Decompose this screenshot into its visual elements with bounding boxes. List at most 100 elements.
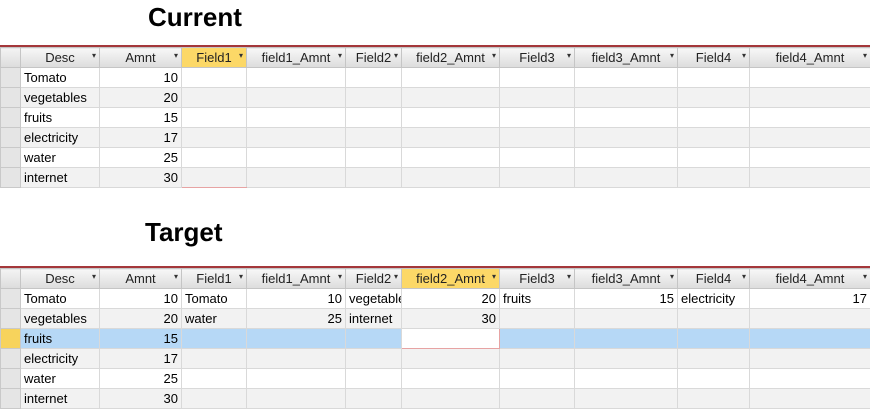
- table-cell[interactable]: 30: [401, 308, 500, 329]
- table-cell[interactable]: [499, 388, 575, 409]
- chevron-down-icon[interactable]: ▾: [239, 51, 243, 60]
- table-cell[interactable]: Tomato: [20, 67, 100, 88]
- record-selector[interactable]: [0, 87, 21, 108]
- record-selector[interactable]: [0, 348, 21, 369]
- table-cell[interactable]: 25: [99, 147, 182, 168]
- table-cell[interactable]: [499, 328, 575, 349]
- table-cell[interactable]: [677, 368, 750, 389]
- table-cell[interactable]: 20: [401, 288, 500, 309]
- table-cell[interactable]: 30: [99, 388, 182, 409]
- chevron-down-icon[interactable]: ▾: [492, 51, 496, 60]
- table-cell[interactable]: [677, 127, 750, 148]
- table-cell[interactable]: 10: [246, 288, 346, 309]
- table-cell[interactable]: 17: [99, 127, 182, 148]
- table-cell[interactable]: [181, 67, 247, 88]
- table-cell[interactable]: vegetables: [20, 87, 100, 108]
- chevron-down-icon[interactable]: ▾: [174, 51, 178, 60]
- table-cell[interactable]: water: [181, 308, 247, 329]
- table-cell[interactable]: 17: [749, 288, 870, 309]
- table-cell[interactable]: [345, 67, 402, 88]
- table-cell[interactable]: [574, 167, 678, 188]
- table-cell[interactable]: [574, 348, 678, 369]
- chevron-down-icon[interactable]: ▾: [338, 272, 342, 281]
- table-row[interactable]: internet 30: [0, 388, 870, 409]
- table-cell[interactable]: [749, 107, 870, 128]
- chevron-down-icon[interactable]: ▾: [239, 272, 243, 281]
- column-header-field2[interactable]: Field2 ▾: [345, 47, 402, 68]
- table-row[interactable]: vegetables 20: [0, 87, 870, 108]
- table-cell[interactable]: [749, 348, 870, 369]
- select-all-corner[interactable]: [0, 268, 21, 289]
- column-header-field3-amnt[interactable]: field3_Amnt ▾: [574, 47, 678, 68]
- record-selector[interactable]: [0, 67, 21, 88]
- table-cell[interactable]: vegetables: [20, 308, 100, 329]
- table-cell[interactable]: [749, 87, 870, 108]
- table-cell[interactable]: [345, 87, 402, 108]
- table-cell[interactable]: [181, 368, 247, 389]
- column-header-field2-amnt[interactable]: field2_Amnt ▾: [401, 268, 500, 289]
- column-header-field4[interactable]: Field4 ▾: [677, 47, 750, 68]
- table-cell[interactable]: [246, 328, 346, 349]
- table-cell[interactable]: electricity: [20, 348, 100, 369]
- table-cell[interactable]: electricity: [677, 288, 750, 309]
- table-row[interactable]: Tomato10Tomato10vegetables20fruits15elec…: [0, 288, 870, 309]
- table-cell[interactable]: [181, 107, 247, 128]
- table-cell[interactable]: [401, 328, 500, 349]
- table-cell[interactable]: [749, 328, 870, 349]
- chevron-down-icon[interactable]: ▾: [92, 272, 96, 281]
- record-selector[interactable]: [0, 328, 21, 349]
- record-selector[interactable]: [0, 288, 21, 309]
- column-header-field3[interactable]: Field3 ▾: [499, 268, 575, 289]
- table-cell[interactable]: [574, 127, 678, 148]
- table-cell[interactable]: [401, 127, 500, 148]
- table-cell[interactable]: [749, 388, 870, 409]
- table-cell[interactable]: [677, 167, 750, 188]
- record-selector[interactable]: [0, 147, 21, 168]
- column-header-amnt[interactable]: Amnt ▾: [99, 47, 182, 68]
- table-cell[interactable]: [181, 167, 247, 188]
- column-header-field1-amnt[interactable]: field1_Amnt ▾: [246, 268, 346, 289]
- chevron-down-icon[interactable]: ▾: [742, 272, 746, 281]
- table-cell[interactable]: [677, 388, 750, 409]
- target-datasheet[interactable]: Desc ▾ Amnt ▾ Field1 ▾ field1_Amnt ▾ Field2 ▾ fiel…: [0, 266, 870, 409]
- record-selector[interactable]: [0, 167, 21, 188]
- table-cell[interactable]: [246, 348, 346, 369]
- chevron-down-icon[interactable]: ▾: [567, 51, 571, 60]
- table-cell[interactable]: [181, 328, 247, 349]
- table-cell[interactable]: [499, 127, 575, 148]
- table-cell[interactable]: [749, 127, 870, 148]
- table-cell[interactable]: 15: [99, 107, 182, 128]
- table-cell[interactable]: 20: [99, 308, 182, 329]
- table-row[interactable]: internet 30: [0, 167, 870, 188]
- column-header-field1[interactable]: Field1 ▾: [181, 268, 247, 289]
- table-cell[interactable]: [499, 308, 575, 329]
- table-cell[interactable]: fruits: [20, 107, 100, 128]
- record-selector[interactable]: [0, 388, 21, 409]
- table-cell[interactable]: 30: [99, 167, 182, 188]
- table-cell[interactable]: [345, 368, 402, 389]
- table-cell[interactable]: [345, 107, 402, 128]
- select-all-corner[interactable]: [0, 47, 21, 68]
- chevron-down-icon[interactable]: ▾: [863, 51, 867, 60]
- column-header-field3[interactable]: Field3 ▾: [499, 47, 575, 68]
- table-cell[interactable]: [401, 67, 500, 88]
- table-cell[interactable]: [574, 67, 678, 88]
- table-cell[interactable]: fruits: [20, 328, 100, 349]
- table-row[interactable]: vegetables 20 water 25 internet 30: [0, 308, 870, 329]
- chevron-down-icon[interactable]: ▾: [92, 51, 96, 60]
- table-row[interactable]: water 25: [0, 368, 870, 389]
- column-header-field1[interactable]: Field1 ▾: [181, 47, 247, 68]
- record-selector[interactable]: [0, 107, 21, 128]
- table-cell[interactable]: [345, 348, 402, 369]
- table-cell[interactable]: 25: [246, 308, 346, 329]
- table-row[interactable]: Tomato 10: [0, 67, 870, 88]
- table-cell[interactable]: [574, 368, 678, 389]
- table-cell[interactable]: internet: [20, 167, 100, 188]
- column-header-field4-amnt[interactable]: field4_Amnt ▾: [749, 268, 870, 289]
- table-cell[interactable]: 20: [99, 87, 182, 108]
- table-cell[interactable]: [499, 167, 575, 188]
- table-cell[interactable]: [574, 328, 678, 349]
- table-cell[interactable]: [677, 67, 750, 88]
- table-cell[interactable]: [246, 127, 346, 148]
- column-header-field4[interactable]: Field4 ▾: [677, 268, 750, 289]
